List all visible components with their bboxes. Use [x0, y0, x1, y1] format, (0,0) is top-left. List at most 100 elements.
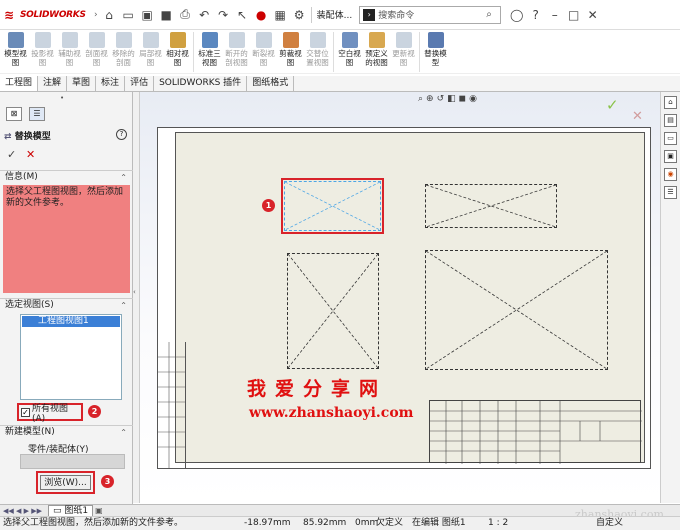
- rebuild-icon[interactable]: ▦: [271, 5, 290, 25]
- info-section-header[interactable]: 信息(M) ⌃: [0, 170, 133, 184]
- tab-7[interactable]: 图纸格式: [247, 76, 295, 91]
- ribbon-button-7[interactable]: 相对视图: [164, 30, 191, 73]
- close-window-icon[interactable]: ✕: [583, 5, 602, 25]
- home-icon[interactable]: ⌂: [100, 5, 119, 25]
- sheet-tab-1[interactable]: ▭ 图纸1: [47, 504, 94, 517]
- status-constraint: 欠定义: [376, 518, 404, 528]
- ribbon-button-10[interactable]: 断裂视图: [250, 30, 277, 73]
- add-sheet-icon[interactable]: ▣: [95, 506, 103, 515]
- view-2-cross: [426, 185, 556, 227]
- ribbon-button-3[interactable]: 辅助视图: [56, 30, 83, 73]
- ribbon-button-label: 断开的剖视图: [225, 49, 248, 67]
- collapse-arrow-icon[interactable]: ‹: [133, 288, 136, 296]
- collapse-caret-icon[interactable]: ⌃: [120, 426, 127, 439]
- ribbon-button-label: 替换模型: [424, 49, 447, 67]
- file-explorer-icon[interactable]: ▭: [664, 132, 677, 145]
- zoom-area-icon[interactable]: ⊕: [426, 94, 437, 104]
- cancel-corner-icon[interactable]: ✕: [632, 109, 643, 124]
- save-icon[interactable]: ■: [157, 5, 176, 25]
- status-z: 0mm: [355, 518, 379, 528]
- search-commands[interactable]: › 搜索命令 ⌕: [359, 5, 502, 24]
- collapse-caret-icon[interactable]: ⌃: [120, 171, 127, 184]
- panel-collapse-handle[interactable]: •: [60, 94, 64, 102]
- drawing-view-4[interactable]: [425, 250, 608, 370]
- undo-icon[interactable]: ↶: [195, 5, 214, 25]
- new-model-header[interactable]: 新建模型(N) ⌃: [0, 425, 133, 439]
- ribbon-divider: [193, 32, 194, 72]
- ribbon-button-label: 相对视图: [166, 49, 189, 67]
- cancel-x-icon[interactable]: ✕: [26, 148, 35, 161]
- help-button[interactable]: ?: [116, 129, 127, 140]
- previous-view-icon[interactable]: ↺: [437, 94, 448, 104]
- minimize-icon[interactable]: –: [545, 5, 564, 25]
- search-icon[interactable]: ⌕: [486, 9, 500, 20]
- marker-2: 2: [88, 405, 101, 418]
- ribbon-button-11[interactable]: 剪裁视图: [277, 30, 304, 73]
- traffic-light-icon[interactable]: ●: [252, 5, 271, 25]
- status-scale[interactable]: 1 : 2: [488, 517, 508, 530]
- view-3-cross: [288, 254, 378, 368]
- all-views-label[interactable]: 所有视图(A): [32, 401, 81, 424]
- sheet-nav-arrows[interactable]: ◀◀ ◀ ▶ ▶▶: [3, 507, 42, 515]
- drawing-view-2[interactable]: [425, 184, 557, 228]
- solidworks-logo[interactable]: ≋ SOLIDWORKS: [0, 8, 92, 22]
- tab-2[interactable]: 注解: [38, 76, 68, 91]
- part-assembly-field[interactable]: [20, 454, 125, 469]
- all-views-checkbox[interactable]: ✓: [21, 407, 30, 417]
- new-file-icon[interactable]: ▭: [119, 5, 138, 25]
- ribbon-button-14[interactable]: 预定义的视图: [363, 30, 390, 73]
- confirm-check-icon[interactable]: ✓: [606, 96, 619, 114]
- home-task-icon[interactable]: ⌂: [664, 96, 677, 109]
- ribbon-button-16[interactable]: 替换模型: [422, 30, 449, 73]
- ribbon-command-icon: [282, 32, 299, 48]
- tab-3[interactable]: 草图: [67, 76, 97, 91]
- tab-5[interactable]: 评估: [125, 76, 155, 91]
- redo-icon[interactable]: ↷: [214, 5, 233, 25]
- ribbon-button-1[interactable]: 模型视图: [2, 30, 29, 73]
- browse-button[interactable]: 浏览(W)...: [40, 475, 91, 490]
- drawing-view-3[interactable]: [287, 253, 379, 369]
- status-units[interactable]: 自定义: [596, 517, 623, 530]
- replace-model-icon: ⇄: [4, 132, 15, 142]
- ribbon-button-6[interactable]: 局部视图: [137, 30, 164, 73]
- user-account-icon[interactable]: ◯: [507, 5, 526, 25]
- panel-splitter[interactable]: ‹: [133, 92, 140, 503]
- print-icon[interactable]: ⎙: [176, 5, 195, 25]
- section-view-icon[interactable]: ◧: [447, 94, 459, 104]
- ribbon-button-8[interactable]: 标准三视图: [196, 30, 223, 73]
- options-gear-icon[interactable]: ⚙: [290, 5, 309, 25]
- help-icon[interactable]: ?: [526, 5, 545, 25]
- search-input[interactable]: 搜索命令: [378, 8, 486, 21]
- property-manager-tab-icon[interactable]: ☰: [29, 107, 45, 121]
- ok-check-icon[interactable]: ✓: [7, 148, 16, 161]
- feature-manager-tab-icon[interactable]: ⊠: [6, 107, 22, 121]
- view-settings-icon[interactable]: ◉: [469, 94, 480, 104]
- ribbon-button-13[interactable]: 空白视图: [336, 30, 363, 73]
- ribbon-button-5[interactable]: 移除的剖面: [110, 30, 137, 73]
- browse-highlight: 浏览(W)...: [36, 471, 95, 494]
- resources-icon[interactable]: ▤: [664, 114, 677, 127]
- zoom-icon[interactable]: ⌕: [418, 94, 426, 104]
- tab-4[interactable]: 标注: [96, 76, 126, 91]
- open-folder-icon[interactable]: ▣: [138, 5, 157, 25]
- display-style-icon[interactable]: ◼: [459, 94, 469, 104]
- view-palette-icon[interactable]: ▣: [664, 150, 677, 163]
- tab-1[interactable]: 工程图: [0, 76, 39, 91]
- custom-properties-icon[interactable]: ☰: [664, 186, 677, 199]
- tab-6[interactable]: SOLIDWORKS 插件: [154, 76, 248, 91]
- list-item[interactable]: 工程图视图1: [22, 316, 120, 327]
- selected-views-header[interactable]: 选定视图(S) ⌃: [0, 298, 133, 312]
- ribbon-button-label: 断裂视图: [252, 49, 275, 67]
- ribbon-button-15[interactable]: 更新视图: [390, 30, 417, 73]
- maximize-icon[interactable]: □: [564, 5, 583, 25]
- select-arrow-icon[interactable]: ↖: [233, 5, 252, 25]
- selected-views-list[interactable]: 工程图视图1: [20, 314, 122, 400]
- ribbon-button-12[interactable]: 交替位置视图: [304, 30, 331, 73]
- collapse-caret-icon[interactable]: ⌃: [120, 299, 127, 312]
- menu-chevron-icon[interactable]: ›: [94, 10, 98, 20]
- ribbon-button-9[interactable]: 断开的剖视图: [223, 30, 250, 73]
- ribbon-button-2[interactable]: 投影视图: [29, 30, 56, 73]
- appearances-icon[interactable]: ◉: [664, 168, 677, 181]
- ribbon-button-4[interactable]: 剖面视图: [83, 30, 110, 73]
- ribbon-command-icon: [427, 32, 444, 48]
